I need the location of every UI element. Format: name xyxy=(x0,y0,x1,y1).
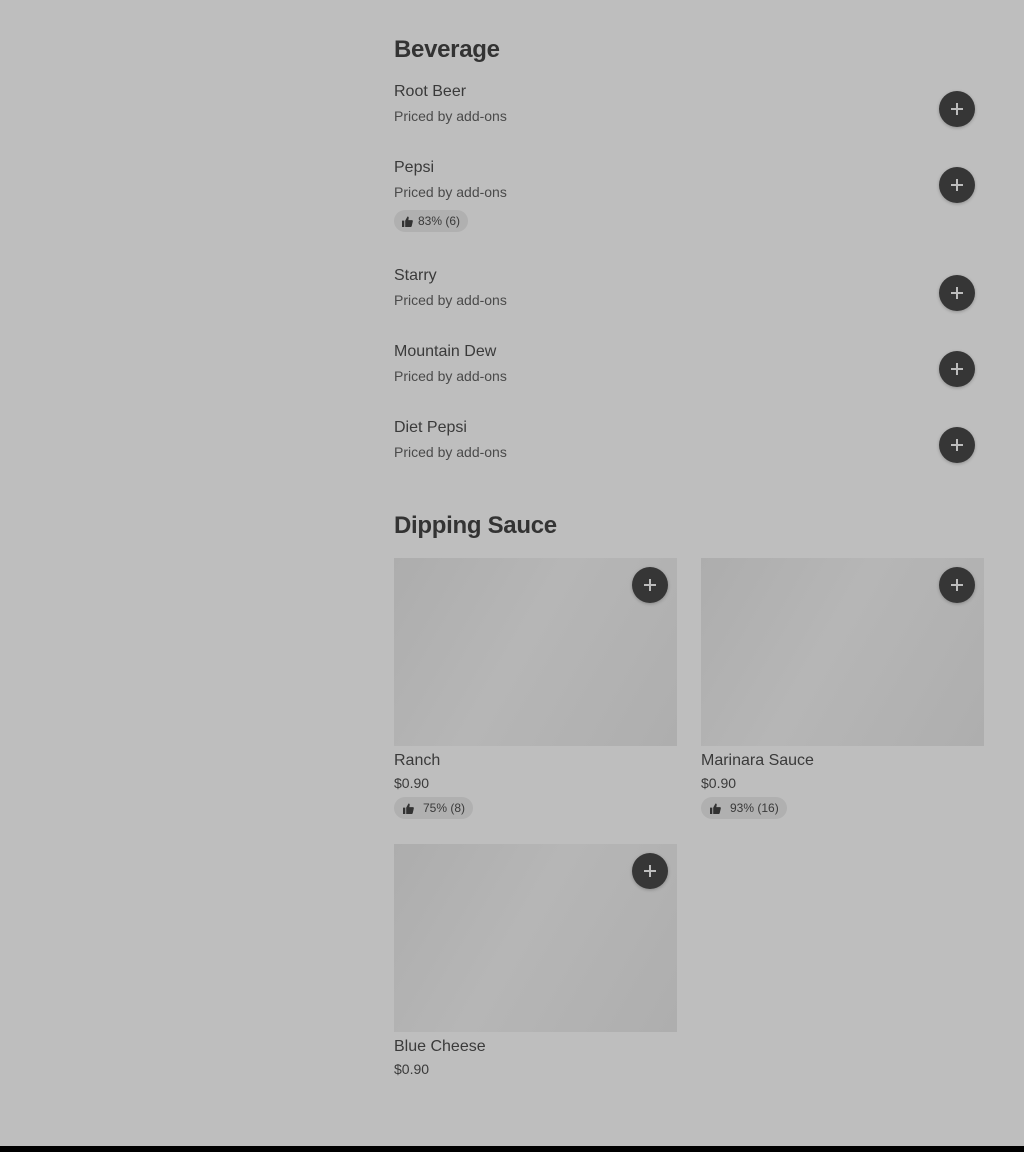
section-title-dipping-sauce: Dipping Sauce xyxy=(394,512,557,539)
add-item-button[interactable] xyxy=(939,567,975,603)
add-item-button[interactable] xyxy=(939,167,975,203)
add-item-button[interactable] xyxy=(939,351,975,387)
item-name: Diet Pepsi xyxy=(394,419,467,436)
item-subtitle: Priced by add-ons xyxy=(394,184,507,200)
section-title-beverage: Beverage xyxy=(394,36,500,63)
menu-item-pepsi[interactable]: Pepsi Priced by add-ons 83% (6) xyxy=(394,158,975,238)
rating-badge: 75% (8) xyxy=(394,797,474,819)
menu-item-mountain-dew[interactable]: Mountain Dew Priced by add-ons xyxy=(394,342,975,412)
item-name: Pepsi xyxy=(394,159,435,176)
rating-badge: 83% (6) xyxy=(394,210,469,232)
item-subtitle: Priced by add-ons xyxy=(394,292,507,308)
item-name: Blue Cheese xyxy=(394,1038,486,1055)
rating-text: 93% (16) xyxy=(730,801,779,815)
item-name: Ranch xyxy=(394,752,441,769)
item-subtitle: Priced by add-ons xyxy=(394,108,507,124)
item-name: Marinara Sauce xyxy=(701,752,814,769)
add-item-button[interactable] xyxy=(632,567,668,603)
thumbs-up-icon xyxy=(402,215,413,227)
menu-card-blue-cheese[interactable]: Blue Cheese $0.90 xyxy=(394,844,677,1084)
thumbs-up-icon xyxy=(403,802,414,814)
add-item-button[interactable] xyxy=(939,91,975,127)
rating-text: 75% (8) xyxy=(423,801,466,815)
item-price: $0.90 xyxy=(394,1061,430,1077)
item-name: Starry xyxy=(394,267,437,284)
add-item-button[interactable] xyxy=(939,427,975,463)
thumbs-up-icon xyxy=(710,802,721,814)
item-name: Root Beer xyxy=(394,83,467,100)
menu-card-marinara-sauce[interactable]: Marinara Sauce $0.90 93% (16) xyxy=(701,558,984,819)
rating-badge: 93% (16) xyxy=(701,797,787,819)
menu-page: Beverage Root Beer Priced by add-ons Pep… xyxy=(0,0,1024,1152)
menu-item-diet-pepsi[interactable]: Diet Pepsi Priced by add-ons xyxy=(394,418,975,488)
item-price: $0.90 xyxy=(701,775,737,791)
item-price: $0.90 xyxy=(394,775,430,791)
menu-card-ranch[interactable]: Ranch $0.90 75% (8) xyxy=(394,558,677,819)
menu-item-starry[interactable]: Starry Priced by add-ons xyxy=(394,266,975,336)
add-item-button[interactable] xyxy=(939,275,975,311)
add-item-button[interactable] xyxy=(632,853,668,889)
rating-text: 83% (6) xyxy=(418,214,461,228)
item-subtitle: Priced by add-ons xyxy=(394,444,507,460)
footer-bar xyxy=(0,1146,1024,1152)
item-name: Mountain Dew xyxy=(394,343,497,360)
menu-item-root-beer[interactable]: Root Beer Priced by add-ons xyxy=(394,82,975,152)
item-subtitle: Priced by add-ons xyxy=(394,368,507,384)
